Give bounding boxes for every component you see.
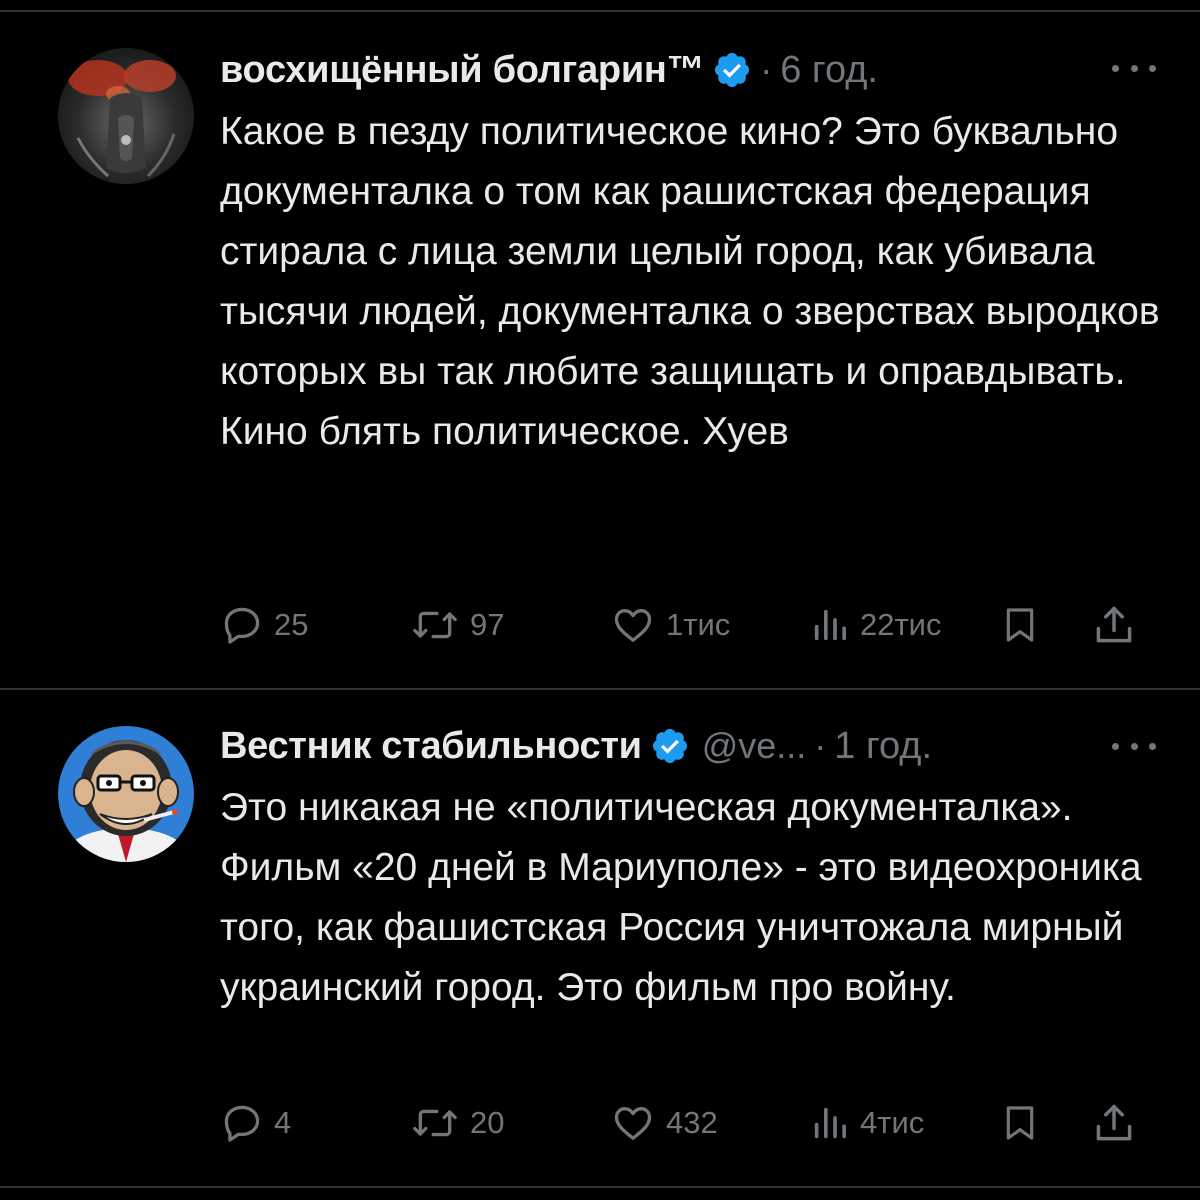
more-icon[interactable]: [1112, 736, 1156, 756]
repost-button[interactable]: 97: [410, 600, 504, 650]
repost-count: 20: [470, 1105, 505, 1140]
more-icon[interactable]: [1112, 58, 1156, 78]
tweet-text: Это никакая не «политическая документалк…: [220, 786, 1142, 1009]
author-handle[interactable]: @ve...: [702, 725, 807, 767]
like-count: 432: [666, 1105, 718, 1140]
views-button[interactable]: 22тис: [810, 600, 942, 650]
reply-count: 4: [274, 1105, 292, 1140]
like-button[interactable]: 1тис: [610, 600, 730, 650]
views-icon: [814, 609, 846, 641]
author-name[interactable]: Вестник стабильности: [220, 725, 642, 768]
tweet-2[interactable]: Вестник стабильности @ve... · 1 год. Это…: [0, 690, 1200, 1186]
like-count: 1тис: [666, 607, 731, 642]
header-separator: ·: [760, 49, 773, 90]
views-count: 4тис: [860, 1105, 925, 1140]
views-button[interactable]: 4тис: [810, 1098, 924, 1148]
author-name[interactable]: восхищённый болгарин™: [220, 49, 705, 92]
tweet-actions: 4 20 432 4тис: [220, 1098, 1150, 1148]
like-icon: [614, 1107, 652, 1140]
share-button[interactable]: [1092, 1098, 1136, 1148]
bottom-divider: [0, 1186, 1200, 1188]
share-icon: [1096, 606, 1132, 643]
reply-icon: [224, 607, 260, 644]
avatar[interactable]: [58, 48, 194, 184]
avatar-image: [58, 726, 194, 862]
tweet-actions: 25 97 1тис 22тис: [220, 600, 1150, 650]
bookmark-button[interactable]: [1000, 600, 1040, 650]
tweet-time[interactable]: 1 год.: [834, 725, 932, 768]
share-button[interactable]: [1092, 600, 1136, 650]
tweet-time[interactable]: 6 год.: [780, 49, 878, 92]
verified-badge-icon: [715, 52, 750, 88]
bookmark-button[interactable]: [1000, 1098, 1040, 1148]
reply-count: 25: [274, 607, 309, 642]
repost-count: 97: [470, 607, 505, 642]
tweet-text: Какое в пезду политическое кино? Это бук…: [220, 110, 1160, 453]
repost-icon: [413, 1109, 457, 1137]
share-icon: [1096, 1104, 1132, 1141]
tweet-header: восхищённый болгарин™ · 6 год.: [220, 40, 1140, 100]
reply-button[interactable]: 25: [220, 600, 308, 650]
avatar[interactable]: [58, 726, 194, 862]
reply-button[interactable]: 4: [220, 1098, 291, 1148]
avatar-image: [58, 48, 194, 184]
tweet-1[interactable]: восхищённый болгарин™ · 6 год. Какое в п…: [0, 0, 1200, 688]
header-separator: ·: [814, 725, 827, 766]
bookmark-icon: [1006, 608, 1034, 642]
repost-button[interactable]: 20: [410, 1098, 504, 1148]
verified-badge-icon: [652, 728, 687, 764]
tweet-header: Вестник стабильности @ve... · 1 год.: [220, 716, 1140, 776]
like-button[interactable]: 432: [610, 1098, 718, 1148]
reply-icon: [224, 1105, 260, 1142]
like-icon: [614, 609, 652, 642]
views-icon: [814, 1107, 846, 1139]
repost-icon: [413, 611, 457, 639]
views-count: 22тис: [860, 607, 942, 642]
bookmark-icon: [1006, 1106, 1034, 1140]
